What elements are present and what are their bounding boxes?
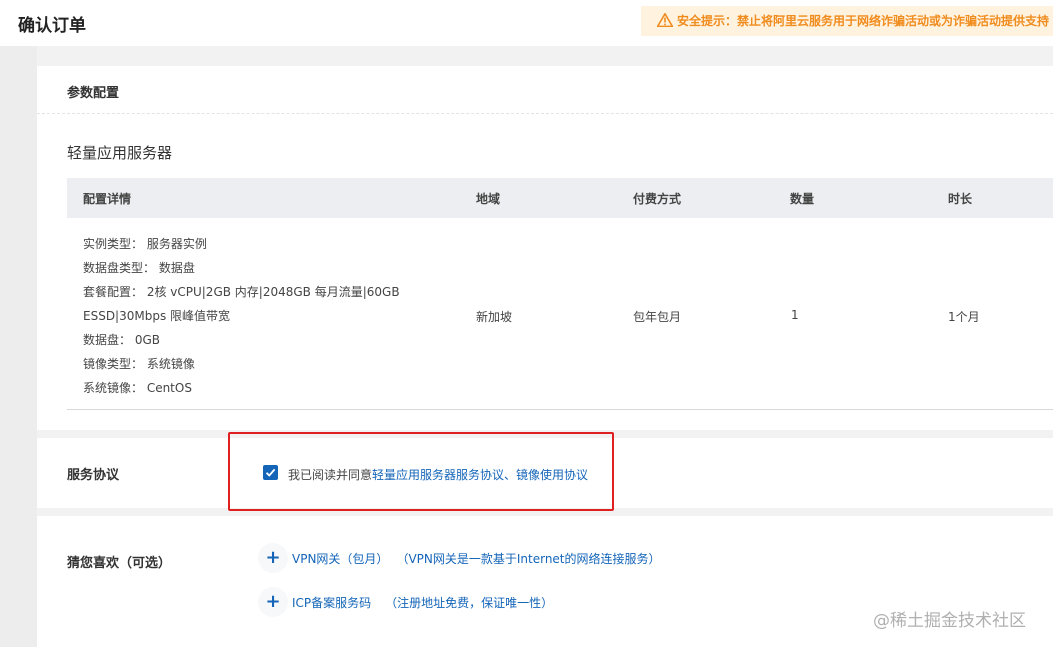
column-duration: 时长 [948,192,973,206]
spec-data-disk: 数据盘： 0GB [83,333,160,347]
column-region: 地域 [476,192,501,206]
page-title: 确认订单 [18,16,86,36]
cell-billing: 包年包月 [633,310,682,324]
plus-icon[interactable]: + [258,587,288,617]
product-name: 轻量应用服务器 [67,144,173,162]
spec-package: 套餐配置： 2核 vCPU|2GB 内存|2048GB 每月流量|60GB [83,285,400,299]
spec-instance-type: 实例类型： 服务器实例 [83,237,207,251]
cell-quantity: 1 [791,308,799,322]
recommend-item-desc: （VPN网关是一款基于Internet的网络连接服务） [402,551,661,566]
left-strip [0,46,37,647]
agreement-links[interactable]: 轻量应用服务器服务协议、镜像使用协议 [372,468,588,482]
recommend-item-desc: （注册地址免费，保证唯一性） [385,595,554,610]
agreement-title: 服务协议 [67,468,120,483]
recommend-item-icp[interactable]: + ICP备案服务码 （注册地址免费，保证唯一性） [258,587,553,619]
spec-package-cont: ESSD|30Mbps 限峰值带宽 [83,309,231,323]
params-header: 参数配置 [37,66,1053,114]
spec-system-image: 系统镜像： CentOS [83,381,192,395]
column-billing: 付费方式 [633,192,682,206]
watermark: @稀土掘金技术社区 [873,611,1026,631]
spec-disk-type: 数据盘类型： 数据盘 [83,261,195,275]
cell-region: 新加坡 [476,310,513,324]
params-title: 参数配置 [67,86,120,101]
security-warning-text: 安全提示：禁止将阿里云服务用于网络诈骗活动或为诈骗活动提供支持 [677,14,1050,28]
column-config-detail: 配置详情 [83,192,132,206]
params-card: 参数配置 轻量应用服务器 配置详情 地域 付费方式 数量 时长 实例类型： 服务… [37,66,1053,430]
recommend-item-name[interactable]: ICP备案服务码 [292,596,371,610]
column-quantity: 数量 [790,192,815,206]
cell-duration: 1个月 [948,310,980,324]
spec-image-type: 镜像类型： 系统镜像 [83,357,195,371]
recommend-title: 猜您喜欢（可选） [67,556,172,571]
table-row: 实例类型： 服务器实例 数据盘类型： 数据盘 套餐配置： 2核 vCPU|2GB… [67,218,1053,410]
warning-icon [657,13,673,27]
recommend-item-vpn[interactable]: + VPN网关（包月） （VPN网关是一款基于Internet的网络连接服务） [258,543,661,575]
security-warning-banner: 安全提示：禁止将阿里云服务用于网络诈骗活动或为诈骗活动提供支持 [641,6,1053,36]
agreement-text: 我已阅读并同意轻量应用服务器服务协议、镜像使用协议 [288,466,588,483]
agreement-checkbox[interactable] [263,465,278,480]
agreement-prefix: 我已阅读并同意 [288,468,373,482]
check-icon [265,468,276,477]
top-bar: 确认订单 安全提示：禁止将阿里云服务用于网络诈骗活动或为诈骗活动提供支持 [0,0,1053,46]
table-header: 配置详情 地域 付费方式 数量 时长 [67,178,1053,218]
recommend-item-name[interactable]: VPN网关（包月） [292,552,388,566]
config-detail-list: 实例类型： 服务器实例 数据盘类型： 数据盘 套餐配置： 2核 vCPU|2GB… [83,232,400,400]
plus-icon[interactable]: + [258,543,288,573]
